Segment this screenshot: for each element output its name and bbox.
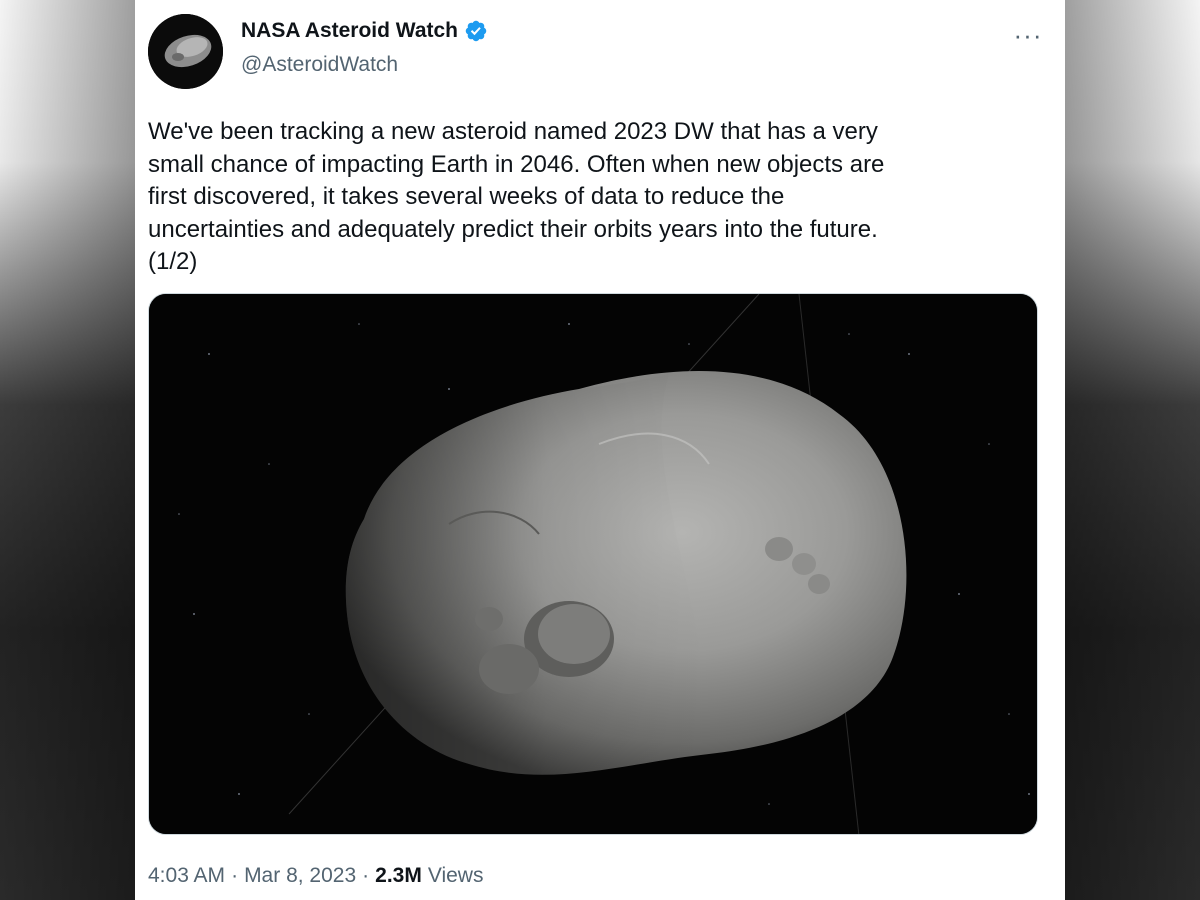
author-name[interactable]: NASA Asteroid Watch [241, 19, 458, 43]
background-left-blur [0, 0, 135, 900]
views-label: Views [427, 864, 484, 887]
asteroid-image [149, 294, 1037, 834]
meta-separator: · [362, 864, 370, 887]
views-count: 2.3M [375, 864, 422, 887]
tweet-card: NASA Asteroid Watch @AsteroidWatch ··· W… [135, 0, 1065, 900]
author-row: NASA Asteroid Watch [241, 19, 488, 43]
more-horizontal-icon: ··· [1013, 20, 1043, 50]
tweet-text: We've been tracking a new asteroid named… [148, 118, 885, 275]
tweet-date[interactable]: Mar 8, 2023 [244, 864, 356, 888]
more-options-button[interactable]: ··· [1011, 18, 1045, 52]
verified-badge-icon [465, 20, 487, 42]
tweet-media-image[interactable] [148, 293, 1038, 835]
tweet-time[interactable]: 4:03 AM [148, 864, 225, 888]
asteroid-avatar-icon [148, 14, 223, 89]
avatar[interactable] [148, 14, 223, 89]
background-right-blur [1065, 0, 1200, 900]
tweet-meta: 4:03 AM · Mar 8, 2023 · 2.3M Views [148, 864, 483, 888]
meta-separator: · [231, 864, 239, 887]
author-handle[interactable]: @AsteroidWatch [241, 53, 398, 77]
